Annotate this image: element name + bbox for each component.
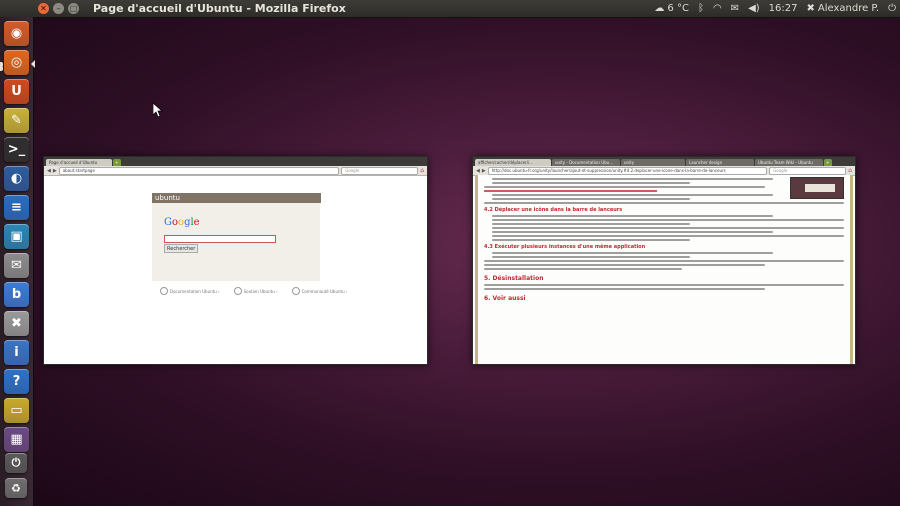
launcher-firefox-icon[interactable]: ◎ [4,50,29,75]
firefox-window-start-page[interactable]: Page d'accueil d'Ubuntu + ◀ ▶ about:star… [43,156,428,365]
active-window-indicator [31,60,35,68]
firefox-window-documentation[interactable]: afficher/cacher/déplacer/i... unity - Do… [472,156,856,365]
mouse-pointer [152,102,163,120]
url-bar[interactable]: http://doc.ubuntu-fr.org/unity/launcher/… [487,166,768,175]
tab-doc-1[interactable]: afficher/cacher/déplacer/i... [475,159,551,166]
google-logo: Google [164,217,200,228]
home-icon[interactable]: ⌂ [420,167,424,174]
tab-bar: afficher/cacher/déplacer/i... unity - Do… [473,157,855,166]
user-menu[interactable]: ✖ Alexandre P. [806,3,879,14]
tab-doc-5[interactable]: Ubuntu Team Wiki - Ubuntu [755,159,823,166]
back-icon[interactable]: ◀ [47,168,51,174]
mail-indicator-icon[interactable]: ✉ [731,3,739,14]
bluetooth-icon[interactable]: ᛒ [698,3,704,14]
top-panel: ✕ – □ Page d'accueil d'Ubuntu - Mozilla … [0,0,900,18]
tab-bar: Page d'accueil d'Ubuntu + [44,157,427,166]
power-icon[interactable]: ⏻ [888,3,896,14]
link-documentation[interactable]: Documentation Ubuntu › [160,287,220,295]
launcher: ◉ ◎ U ✎ >_ ◐ ≡ ▣ ✉ b ✖ i? ▭ ▦ ⏻ ♻ [0,17,35,506]
tab-doc-2[interactable]: unity - Documentation Ubu... [552,159,620,166]
forward-icon[interactable]: ▶ [53,168,57,174]
screenshot-thumbnail [790,177,844,199]
url-bar[interactable]: about:startpage [58,166,340,175]
forward-icon[interactable]: ▶ [482,168,486,174]
heading-5: 5. Désinstallation [484,275,544,282]
running-indicator [0,66,3,71]
red-link-line [484,190,657,192]
home-icon[interactable]: ⌂ [848,167,852,174]
tab-start-page[interactable]: Page d'accueil d'Ubuntu [46,159,112,166]
community-icon [291,287,300,295]
launcher-blender-icon[interactable]: b [4,282,29,307]
new-tab-button[interactable]: + [824,159,832,166]
launcher-terminal-icon[interactable]: >_ [4,137,29,162]
back-icon[interactable]: ◀ [476,168,480,174]
launcher-power-icon[interactable]: ⏻ [5,453,27,473]
tab-doc-3[interactable]: unity [621,159,685,166]
help-links: Documentation Ubuntu › Soutien Ubuntu › … [160,287,348,295]
documentation-icon [160,287,168,295]
search-box: Google Rechercher [152,203,320,281]
temperature: 6 °C [667,3,689,14]
indicator-area: ☁ 6 °C ᛒ ◠ ✉ ◀) 16:27 ✖ Alexandre P. ⏻ [654,0,896,17]
launcher-mail-icon[interactable]: ✉ [4,253,29,278]
document-content: 4.2 Déplacer une icône dans la barre de … [475,175,853,364]
close-window-button[interactable]: ✕ [38,3,49,14]
launcher-dash-home-icon[interactable]: ◉ [4,21,29,46]
search-bar[interactable]: Google [769,166,847,175]
navigation-bar: ◀ ▶ about:startpage Google ⌂ [44,166,427,176]
heading-4-2: 4.2 Déplacer une icône dans la barre de … [484,207,623,213]
volume-icon[interactable]: ◀) [748,3,760,14]
launcher-photo-viewer-icon[interactable]: ▣ [4,224,29,249]
user-name: Alexandre P. [817,3,880,14]
launcher-tools-icon[interactable]: ✖ [4,311,29,336]
launcher-system-settings-icon[interactable]: ◐ [4,166,29,191]
heading-4-3: 4.3 Exécuter plusieurs instances d'une m… [484,244,646,250]
new-tab-button[interactable]: + [113,159,121,166]
window-title: Page d'accueil d'Ubuntu - Mozilla Firefo… [93,2,346,15]
maximize-window-button[interactable]: □ [68,3,79,14]
user-status-icon: ✖ [806,3,815,14]
launcher-workspace-switcher-icon[interactable]: ▦ [4,427,29,452]
launcher-display-icon[interactable]: ▭ [4,398,29,423]
link-support[interactable]: Soutien Ubuntu › [233,287,278,295]
google-search-input[interactable] [164,235,276,243]
tab-doc-4[interactable]: Launcher design [686,159,754,166]
link-community[interactable]: Communauté Ubuntu › [291,287,348,295]
launcher-writer-icon[interactable]: ≡ [4,195,29,220]
search-bar[interactable]: Google [341,166,419,175]
clock[interactable]: 16:27 [769,3,798,14]
ubuntu-header: ubuntu [152,193,321,203]
search-button[interactable]: Rechercher [164,244,199,253]
heading-6: 6. Voir aussi [484,295,526,302]
launcher-info-icon[interactable]: i [4,340,29,365]
launcher-help-icon[interactable]: ? [4,369,29,394]
launcher-text-editor-icon[interactable]: ✎ [4,108,29,133]
cloud-icon: ☁ [654,3,665,14]
weather-indicator[interactable]: ☁ 6 °C [654,3,689,14]
support-icon [233,287,242,295]
launcher-ubuntu-software-center-icon[interactable]: U [4,79,29,104]
minimize-window-button[interactable]: – [53,3,64,14]
wifi-icon[interactable]: ◠ [713,3,722,14]
launcher-trash-icon[interactable]: ♻ [5,478,27,498]
